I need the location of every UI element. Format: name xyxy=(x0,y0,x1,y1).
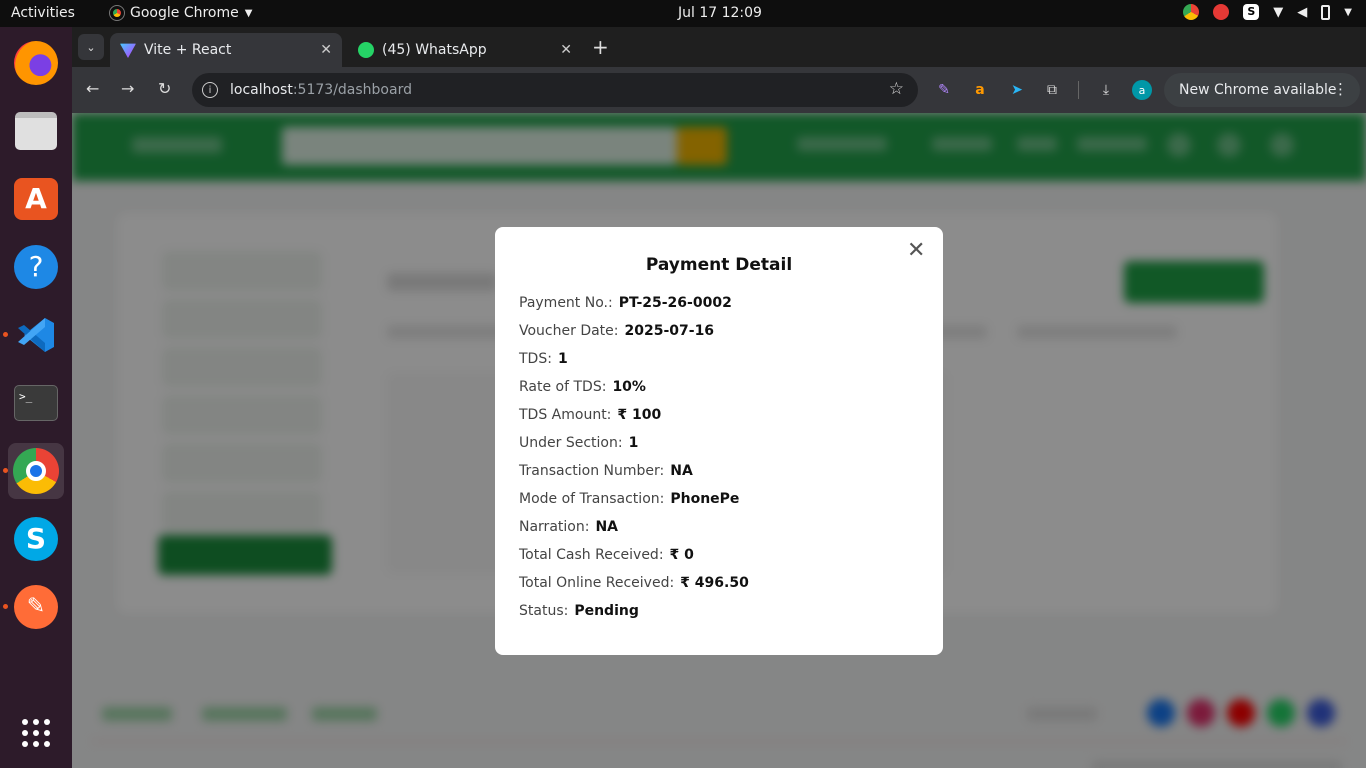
extensions-puzzle-icon[interactable]: ⧉ xyxy=(1042,80,1062,100)
field-label: Rate of TDS: xyxy=(519,379,607,395)
toolbar-divider xyxy=(1078,81,1079,99)
detail-row-tds-amount: TDS Amount: ₹ 100 xyxy=(519,407,749,435)
whatsapp-favicon xyxy=(358,42,374,58)
field-label: Status: xyxy=(519,603,569,619)
kebab-menu-icon[interactable]: ⋮ xyxy=(1333,80,1348,98)
close-tab-icon[interactable]: ✕ xyxy=(560,42,572,58)
app-menu[interactable]: Google Chrome ▼ xyxy=(109,5,253,21)
field-value: 1 xyxy=(628,435,639,451)
profile-avatar[interactable]: a xyxy=(1132,80,1152,100)
dock: A ? >_ S ✎ xyxy=(0,27,72,768)
tab-whatsapp[interactable]: (45) WhatsApp ✕ xyxy=(348,33,582,67)
download-icon[interactable]: ⤓ xyxy=(1096,80,1116,100)
firefox-icon[interactable] xyxy=(8,35,64,91)
wifi-icon[interactable]: ▼ xyxy=(1273,5,1283,20)
tab-search-button[interactable]: ⌄ xyxy=(78,34,104,60)
forward-arrow-icon[interactable]: → xyxy=(121,79,134,98)
field-value: NA xyxy=(670,463,693,479)
field-value: Pending xyxy=(574,603,639,619)
clock[interactable]: Jul 17 12:09 xyxy=(678,5,762,21)
detail-row-rate-of-tds: Rate of TDS: 10% xyxy=(519,379,749,407)
field-value: ₹ 100 xyxy=(617,407,662,423)
skype-icon[interactable]: S xyxy=(8,511,64,567)
detail-row-tds: TDS: 1 xyxy=(519,351,749,379)
bookmark-star-icon[interactable]: ☆ xyxy=(889,79,904,99)
help-icon[interactable]: ? xyxy=(8,239,64,295)
color-picker-extension-icon[interactable]: ✎ xyxy=(934,80,954,100)
system-tray[interactable]: S ▼ ◀ ▼ xyxy=(1183,4,1352,20)
close-icon[interactable]: ✕ xyxy=(907,240,925,262)
payment-detail-modal: Payment Detail ✕ Payment No.: PT-25-26-00… xyxy=(495,227,943,655)
update-chrome-button[interactable]: New Chrome available ⋮ xyxy=(1164,73,1360,107)
tab-title: Vite + React xyxy=(144,42,232,58)
field-value: 1 xyxy=(557,351,568,367)
tab-strip: ⌄ Vite + React ✕ (45) WhatsApp ✕ + xyxy=(72,27,1366,67)
detail-row-voucher-date: Voucher Date: 2025-07-16 xyxy=(519,323,749,351)
field-value: 10% xyxy=(612,379,646,395)
browser-toolbar: ← → ↻ i localhost:5173/dashboard ☆ ✎ a ➤… xyxy=(72,67,1366,113)
new-tab-button[interactable]: + xyxy=(592,35,609,59)
close-tab-icon[interactable]: ✕ xyxy=(320,42,332,58)
volume-icon[interactable]: ◀ xyxy=(1297,5,1307,20)
vite-favicon xyxy=(120,43,136,58)
url-path: :5173/dashboard xyxy=(292,82,412,98)
tab-title: (45) WhatsApp xyxy=(382,42,487,58)
do-not-disturb-icon[interactable] xyxy=(1213,4,1230,20)
field-label: Under Section: xyxy=(519,435,623,451)
chevron-down-icon: ▼ xyxy=(244,7,253,19)
field-value: 2025-07-16 xyxy=(624,323,715,339)
field-label: TDS: xyxy=(519,351,552,367)
detail-row-narration: Narration: NA xyxy=(519,519,749,547)
battery-icon[interactable] xyxy=(1321,4,1331,20)
field-value: ₹ 0 xyxy=(669,547,694,563)
detail-row-status: Status: Pending xyxy=(519,603,749,631)
app-center-icon[interactable]: A xyxy=(8,171,64,227)
field-label: Payment No.: xyxy=(519,295,613,311)
show-apps-icon[interactable] xyxy=(8,705,64,761)
postman-icon[interactable]: ✎ xyxy=(8,579,64,635)
tab-vite-react[interactable]: Vite + React ✕ xyxy=(110,33,342,67)
send-extension-icon[interactable]: ➤ xyxy=(1007,80,1027,100)
chrome-tray-icon[interactable] xyxy=(1183,4,1200,20)
detail-row-total-online-received: Total Online Received: ₹ 496.50 xyxy=(519,575,749,603)
skype-tray-icon[interactable]: S xyxy=(1243,4,1260,20)
field-value: ₹ 496.50 xyxy=(680,575,749,591)
field-label: TDS Amount: xyxy=(519,407,612,423)
field-value: NA xyxy=(595,519,618,535)
detail-row-transaction-number: Transaction Number: NA xyxy=(519,463,749,491)
field-label: Total Online Received: xyxy=(519,575,675,591)
update-label: New Chrome available xyxy=(1179,82,1337,98)
address-bar[interactable]: i localhost:5173/dashboard ☆ xyxy=(192,73,918,107)
detail-row-under-section: Under Section: 1 xyxy=(519,435,749,463)
field-value: PhonePe xyxy=(670,491,740,507)
system-top-bar: Activities Google Chrome ▼ Jul 17 12:09 … xyxy=(0,0,1366,27)
reload-icon[interactable]: ↻ xyxy=(158,79,171,98)
app-name: Google Chrome xyxy=(130,5,239,21)
field-label: Total Cash Received: xyxy=(519,547,664,563)
field-label: Narration: xyxy=(519,519,590,535)
field-label: Transaction Number: xyxy=(519,463,665,479)
chrome-small-icon xyxy=(109,5,125,21)
payment-detail-list: Payment No.: PT-25-26-0002 Voucher Date: 2… xyxy=(519,295,749,631)
chrome-window: ⌄ Vite + React ✕ (45) WhatsApp ✕ + ← → ↻… xyxy=(72,27,1366,768)
detail-row-payment-no: Payment No.: PT-25-26-0002 xyxy=(519,295,749,323)
chrome-icon[interactable] xyxy=(8,443,64,499)
terminal-icon[interactable]: >_ xyxy=(8,375,64,431)
back-arrow-icon[interactable]: ← xyxy=(86,79,99,98)
vscode-icon[interactable] xyxy=(8,307,64,363)
field-label: Mode of Transaction: xyxy=(519,491,665,507)
field-value: PT-25-26-0002 xyxy=(618,295,732,311)
detail-row-total-cash-received: Total Cash Received: ₹ 0 xyxy=(519,547,749,575)
files-icon[interactable] xyxy=(8,103,64,159)
page-viewport: Payment Detail ✕ Payment No.: PT-25-26-00… xyxy=(72,113,1366,768)
modal-title: Payment Detail xyxy=(645,255,793,275)
url-host: localhost xyxy=(230,82,293,98)
detail-row-mode-of-transaction: Mode of Transaction: PhonePe xyxy=(519,491,749,519)
site-info-icon[interactable]: i xyxy=(202,82,218,98)
amazon-extension-icon[interactable]: a xyxy=(970,80,990,100)
activities-button[interactable]: Activities xyxy=(11,5,75,21)
field-label: Voucher Date: xyxy=(519,323,619,339)
power-menu-icon[interactable]: ▼ xyxy=(1344,7,1352,18)
